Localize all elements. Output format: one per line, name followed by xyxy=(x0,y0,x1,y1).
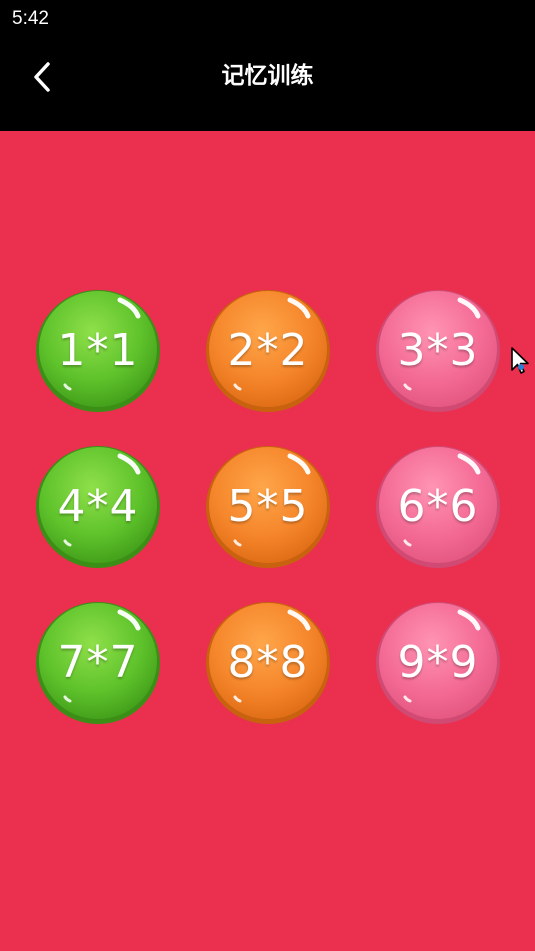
level-label: 6*6 xyxy=(397,480,479,532)
level-label: 8*8 xyxy=(227,636,309,688)
level-button-2x2[interactable]: 2*2 xyxy=(204,286,332,414)
mouse-pointer-icon xyxy=(511,347,529,374)
level-label: 5*5 xyxy=(227,480,309,532)
level-button-9x9[interactable]: 9*9 xyxy=(374,598,502,726)
level-button-7x7[interactable]: 7*7 xyxy=(34,598,162,726)
level-grid: 1*1 2*2 3*3 4*4 5*5 6*6 7*7 8*8 9*9 xyxy=(0,0,535,951)
level-button-4x4[interactable]: 4*4 xyxy=(34,442,162,570)
level-label: 4*4 xyxy=(57,480,139,532)
level-button-8x8[interactable]: 8*8 xyxy=(204,598,332,726)
level-label: 9*9 xyxy=(397,636,479,688)
level-label: 3*3 xyxy=(397,324,479,376)
level-button-5x5[interactable]: 5*5 xyxy=(204,442,332,570)
level-button-1x1[interactable]: 1*1 xyxy=(34,286,162,414)
level-button-6x6[interactable]: 6*6 xyxy=(374,442,502,570)
level-label: 1*1 xyxy=(57,324,139,376)
level-label: 2*2 xyxy=(227,324,309,376)
level-button-3x3[interactable]: 3*3 xyxy=(374,286,502,414)
level-label: 7*7 xyxy=(57,636,139,688)
